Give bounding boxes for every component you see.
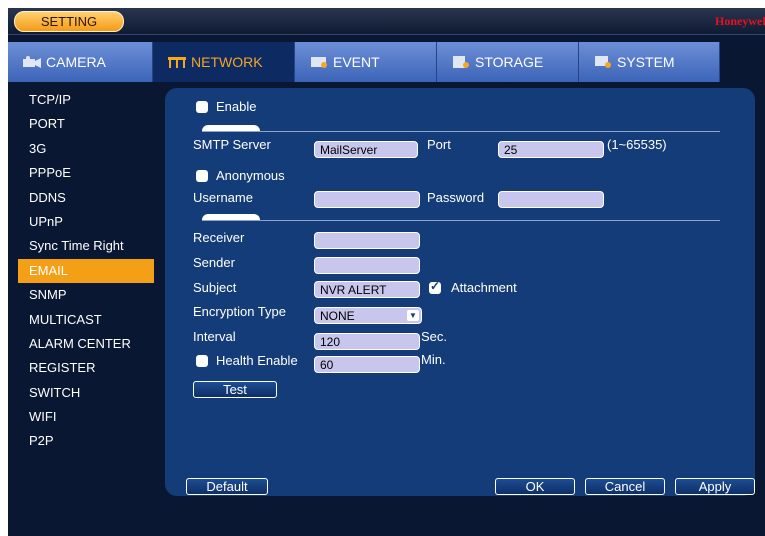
- tab-camera[interactable]: CAMERA: [8, 42, 153, 82]
- sidebar-item-register[interactable]: REGISTER: [18, 356, 154, 380]
- sidebar-item-3g[interactable]: 3G: [18, 137, 154, 161]
- health-enable-label: Health Enable: [216, 353, 298, 368]
- setting-button[interactable]: SETTING: [14, 11, 124, 32]
- anonymous-label: Anonymous: [216, 168, 285, 183]
- subject-field[interactable]: NVR ALERT: [314, 281, 420, 298]
- section-divider: [202, 131, 720, 132]
- cancel-button[interactable]: Cancel: [585, 478, 665, 495]
- dvr-screen: SETTING Honeywell CAMERA NETWORK EVENT S…: [8, 8, 765, 536]
- title-bar: SETTING Honeywell: [8, 8, 765, 35]
- test-button[interactable]: Test: [193, 381, 277, 398]
- sidebar-item-p2p[interactable]: P2P: [18, 429, 154, 453]
- tab-network[interactable]: NETWORK: [153, 42, 295, 82]
- tab-event[interactable]: EVENT: [295, 42, 437, 82]
- username-field[interactable]: [314, 191, 420, 208]
- tab-system[interactable]: SYSTEM: [579, 42, 720, 82]
- sidebar-item-switch[interactable]: SWITCH: [18, 381, 154, 405]
- storage-icon: [453, 56, 469, 68]
- sidebar-item-email[interactable]: EMAIL: [18, 258, 154, 284]
- network-sidebar: TCP/IP PORT 3G PPPoE DDNS UPnP Sync Time…: [18, 88, 154, 454]
- tab-system-label: SYSTEM: [617, 54, 675, 70]
- event-icon: [311, 57, 327, 68]
- receiver-field[interactable]: [314, 232, 420, 249]
- dropdown-arrow-icon: ▼: [407, 310, 419, 321]
- sender-label: Sender: [193, 255, 235, 270]
- sidebar-item-wifi[interactable]: WIFI: [18, 405, 154, 429]
- brand-logo: Honeywell: [715, 14, 765, 28]
- default-button[interactable]: Default: [186, 478, 268, 495]
- interval-field[interactable]: 120: [314, 333, 420, 350]
- subject-label: Subject: [193, 280, 237, 295]
- encryption-type-label: Encryption Type: [193, 304, 286, 319]
- camera-icon: [23, 56, 41, 68]
- section-divider-2: [202, 220, 720, 221]
- main-tabs: CAMERA NETWORK EVENT STORAGE SYSTEM: [8, 42, 720, 82]
- sidebar-item-alarm-center[interactable]: ALARM CENTER: [18, 332, 154, 356]
- tab-event-label: EVENT: [333, 54, 380, 70]
- anonymous-checkbox[interactable]: [196, 170, 208, 182]
- password-field[interactable]: [498, 191, 604, 208]
- port-range-label: (1~65535): [607, 137, 667, 152]
- email-settings-panel: Enable SMTP Server MailServer Port 25 (1…: [165, 88, 755, 496]
- sidebar-item-snmp[interactable]: SNMP: [18, 283, 154, 307]
- apply-button[interactable]: Apply: [675, 478, 755, 495]
- enable-label: Enable: [216, 99, 257, 114]
- smtp-server-field[interactable]: MailServer: [314, 141, 418, 158]
- enable-checkbox[interactable]: [196, 101, 208, 113]
- health-interval-field[interactable]: 60: [314, 356, 420, 373]
- tab-camera-label: CAMERA: [46, 54, 106, 70]
- sidebar-item-pppoe[interactable]: PPPoE: [18, 161, 154, 185]
- health-interval-unit: Min.: [421, 352, 446, 367]
- sidebar-item-multicast[interactable]: MULTICAST: [18, 308, 154, 332]
- sidebar-item-tcpip[interactable]: TCP/IP: [18, 88, 154, 112]
- encryption-type-select[interactable]: NONE ▼: [314, 307, 422, 324]
- encryption-type-value: NONE: [320, 309, 355, 323]
- attachment-label: Attachment: [451, 280, 517, 295]
- port-field[interactable]: 25: [498, 141, 604, 158]
- sidebar-item-port[interactable]: PORT: [18, 112, 154, 136]
- network-icon: [168, 57, 186, 68]
- receiver-label: Receiver: [193, 230, 245, 245]
- smtp-server-label: SMTP Server: [193, 137, 271, 152]
- ok-button[interactable]: OK: [495, 478, 575, 495]
- interval-label: Interval: [193, 329, 236, 344]
- interval-unit: Sec.: [421, 329, 448, 344]
- attachment-checkbox[interactable]: [429, 279, 441, 294]
- health-enable-checkbox[interactable]: [196, 355, 208, 367]
- sidebar-item-ddns[interactable]: DDNS: [18, 186, 154, 210]
- tab-storage-label: STORAGE: [475, 54, 544, 70]
- sidebar-item-upnp[interactable]: UPnP: [18, 210, 154, 234]
- port-label: Port: [427, 137, 451, 152]
- tab-storage[interactable]: STORAGE: [437, 42, 579, 82]
- sidebar-item-sync-time-right[interactable]: Sync Time Right: [18, 234, 154, 258]
- tab-network-label: NETWORK: [191, 54, 263, 70]
- username-label: Username: [193, 190, 253, 205]
- sender-field[interactable]: [314, 257, 420, 274]
- system-icon: [595, 56, 611, 68]
- password-label: Password: [427, 190, 485, 205]
